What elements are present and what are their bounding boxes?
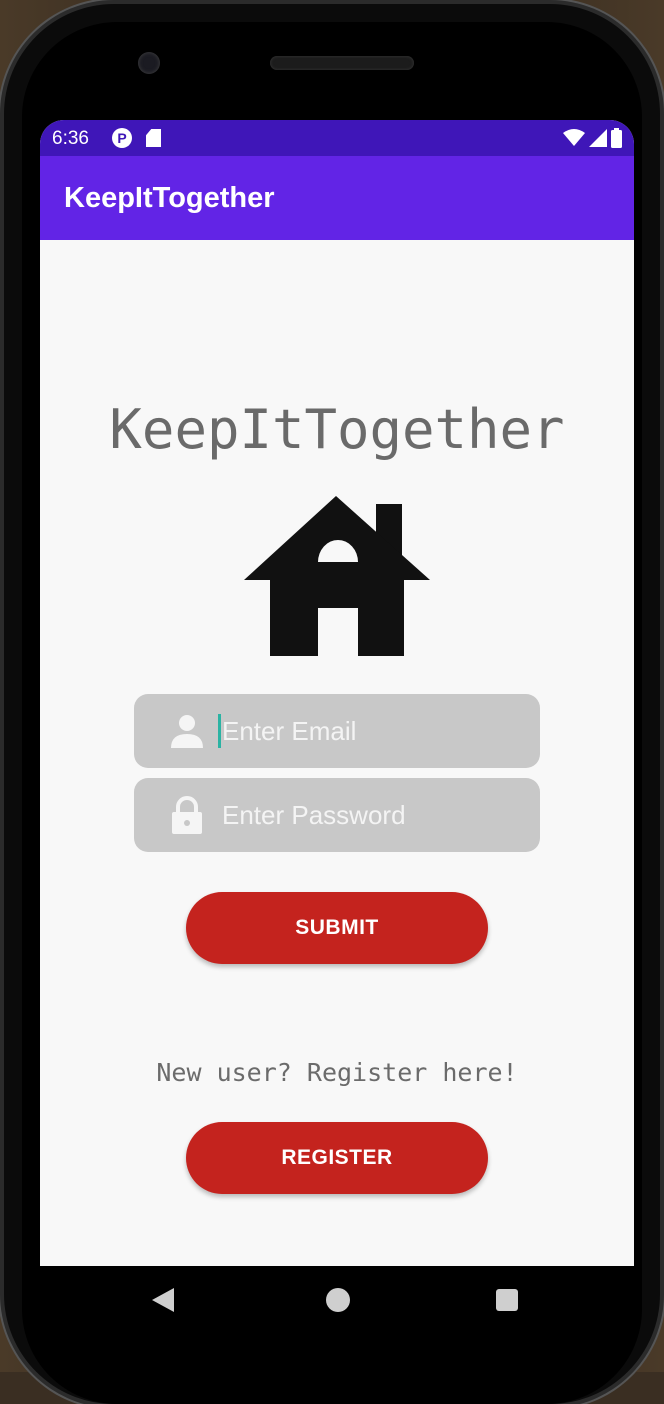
password-field[interactable] [134,778,540,852]
house-icon [244,496,430,656]
status-bar: 6:36 P [40,120,634,156]
wifi-icon [563,129,585,146]
app-bar-title: KeepItTogether [64,182,275,214]
register-prompt: New user? Register here! [156,1058,518,1087]
email-input[interactable] [222,694,522,768]
submit-button[interactable]: SUBMIT [186,892,488,964]
battery-icon [611,128,622,148]
register-button[interactable]: REGISTER [186,1122,488,1194]
email-field[interactable] [134,694,540,768]
app-screen: 6:36 P KeepItTogether KeepItTogether Ent… [40,120,634,1266]
system-nav-bar [40,1266,634,1336]
brand-title: KeepItTogether [109,398,565,461]
person-icon [171,715,203,748]
app-bar: KeepItTogether [40,156,634,240]
lock-icon [172,796,202,834]
password-input[interactable] [222,778,522,852]
p-notification-icon: P [112,128,132,148]
text-caret [218,714,221,748]
home-icon[interactable] [326,1288,350,1312]
recents-icon[interactable] [496,1289,518,1311]
earpiece-speaker [270,56,414,70]
back-icon[interactable] [152,1288,174,1312]
status-time: 6:36 [52,128,89,149]
status-right-icons [563,128,622,148]
front-camera [138,52,160,74]
signal-icon [589,129,607,147]
sd-card-icon [146,129,161,147]
